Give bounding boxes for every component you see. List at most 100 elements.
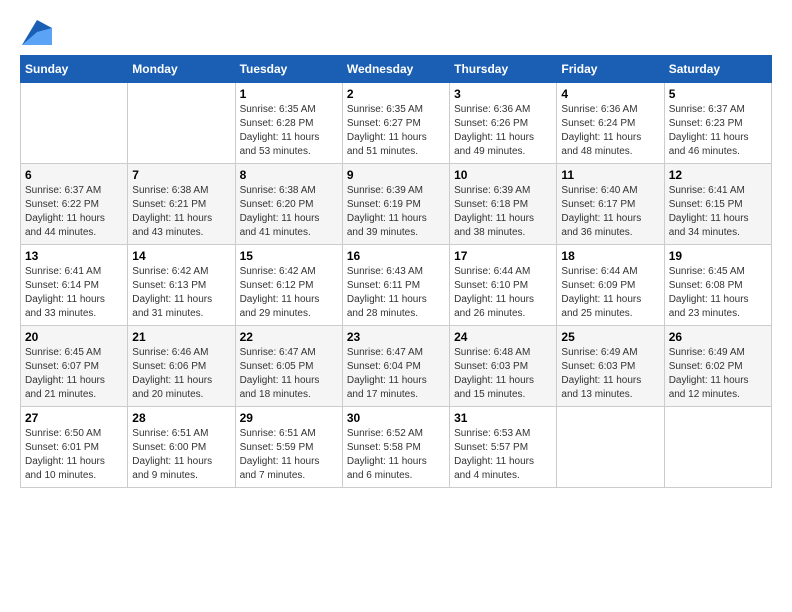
calendar-cell: 21 Sunrise: 6:46 AMSunset: 6:06 PMDayligh… bbox=[128, 326, 235, 407]
calendar-week-1: 1 Sunrise: 6:35 AMSunset: 6:28 PMDaylight… bbox=[21, 83, 772, 164]
calendar-cell: 16 Sunrise: 6:43 AMSunset: 6:11 PMDayligh… bbox=[342, 245, 449, 326]
day-info: Sunrise: 6:49 AMSunset: 6:02 PMDaylight:… bbox=[669, 346, 767, 402]
calendar-cell: 9 Sunrise: 6:39 AMSunset: 6:19 PMDaylight… bbox=[342, 164, 449, 245]
calendar-cell: 28 Sunrise: 6:51 AMSunset: 6:00 PMDayligh… bbox=[128, 407, 235, 488]
day-info: Sunrise: 6:39 AMSunset: 6:18 PMDaylight:… bbox=[454, 184, 552, 240]
day-info: Sunrise: 6:51 AMSunset: 6:00 PMDaylight:… bbox=[132, 427, 230, 483]
day-header-monday: Monday bbox=[128, 56, 235, 83]
day-info: Sunrise: 6:35 AMSunset: 6:27 PMDaylight:… bbox=[347, 103, 445, 159]
calendar-cell: 7 Sunrise: 6:38 AMSunset: 6:21 PMDaylight… bbox=[128, 164, 235, 245]
day-header-friday: Friday bbox=[557, 56, 664, 83]
day-number: 4 bbox=[561, 87, 659, 101]
calendar-cell: 23Sunrise: 6:47 AMSunset: 6:04 PMDayligh… bbox=[342, 326, 449, 407]
calendar-cell: 4 Sunrise: 6:36 AMSunset: 6:24 PMDaylight… bbox=[557, 83, 664, 164]
day-info: Sunrise: 6:43 AMSunset: 6:11 PMDaylight:… bbox=[347, 265, 445, 321]
calendar-week-4: 20 Sunrise: 6:45 AMSunset: 6:07 PMDayligh… bbox=[21, 326, 772, 407]
calendar-cell: 18 Sunrise: 6:44 AMSunset: 6:09 PMDayligh… bbox=[557, 245, 664, 326]
calendar-cell: 26 Sunrise: 6:49 AMSunset: 6:02 PMDayligh… bbox=[664, 326, 771, 407]
calendar-cell bbox=[664, 407, 771, 488]
day-info: Sunrise: 6:36 AMSunset: 6:24 PMDaylight:… bbox=[561, 103, 659, 159]
day-number: 17 bbox=[454, 249, 552, 263]
day-header-tuesday: Tuesday bbox=[235, 56, 342, 83]
day-number: 30 bbox=[347, 411, 445, 425]
day-number: 21 bbox=[132, 330, 230, 344]
calendar-cell: 31Sunrise: 6:53 AMSunset: 5:57 PMDayligh… bbox=[450, 407, 557, 488]
day-number: 27 bbox=[25, 411, 123, 425]
day-header-wednesday: Wednesday bbox=[342, 56, 449, 83]
day-info: Sunrise: 6:36 AMSunset: 6:26 PMDaylight:… bbox=[454, 103, 552, 159]
calendar-cell: 5 Sunrise: 6:37 AMSunset: 6:23 PMDaylight… bbox=[664, 83, 771, 164]
day-number: 5 bbox=[669, 87, 767, 101]
calendar: SundayMondayTuesdayWednesdayThursdayFrid… bbox=[20, 55, 772, 488]
calendar-cell: 30 Sunrise: 6:52 AMSunset: 5:58 PMDayligh… bbox=[342, 407, 449, 488]
calendar-cell: 13 Sunrise: 6:41 AMSunset: 6:14 PMDayligh… bbox=[21, 245, 128, 326]
calendar-cell: 8 Sunrise: 6:38 AMSunset: 6:20 PMDaylight… bbox=[235, 164, 342, 245]
day-info: Sunrise: 6:41 AMSunset: 6:15 PMDaylight:… bbox=[669, 184, 767, 240]
day-info: Sunrise: 6:40 AMSunset: 6:17 PMDaylight:… bbox=[561, 184, 659, 240]
day-number: 22 bbox=[240, 330, 338, 344]
logo bbox=[20, 20, 52, 45]
day-number: 31 bbox=[454, 411, 552, 425]
day-info: Sunrise: 6:35 AMSunset: 6:28 PMDaylight:… bbox=[240, 103, 338, 159]
day-info: Sunrise: 6:45 AMSunset: 6:08 PMDaylight:… bbox=[669, 265, 767, 321]
day-info: Sunrise: 6:37 AMSunset: 6:23 PMDaylight:… bbox=[669, 103, 767, 159]
day-info: Sunrise: 6:50 AMSunset: 6:01 PMDaylight:… bbox=[25, 427, 123, 483]
calendar-week-2: 6 Sunrise: 6:37 AMSunset: 6:22 PMDaylight… bbox=[21, 164, 772, 245]
calendar-cell: 20 Sunrise: 6:45 AMSunset: 6:07 PMDayligh… bbox=[21, 326, 128, 407]
calendar-cell: 15Sunrise: 6:42 AMSunset: 6:12 PMDayligh… bbox=[235, 245, 342, 326]
day-number: 3 bbox=[454, 87, 552, 101]
calendar-week-3: 13 Sunrise: 6:41 AMSunset: 6:14 PMDayligh… bbox=[21, 245, 772, 326]
day-number: 7 bbox=[132, 168, 230, 182]
day-info: Sunrise: 6:51 AMSunset: 5:59 PMDaylight:… bbox=[240, 427, 338, 483]
day-number: 19 bbox=[669, 249, 767, 263]
day-number: 2 bbox=[347, 87, 445, 101]
calendar-cell: 11 Sunrise: 6:40 AMSunset: 6:17 PMDayligh… bbox=[557, 164, 664, 245]
day-number: 23 bbox=[347, 330, 445, 344]
day-info: Sunrise: 6:48 AMSunset: 6:03 PMDaylight:… bbox=[454, 346, 552, 402]
calendar-cell: 27 Sunrise: 6:50 AMSunset: 6:01 PMDayligh… bbox=[21, 407, 128, 488]
calendar-cell: 12Sunrise: 6:41 AMSunset: 6:15 PMDayligh… bbox=[664, 164, 771, 245]
day-header-sunday: Sunday bbox=[21, 56, 128, 83]
page-header bbox=[20, 20, 772, 45]
day-number: 29 bbox=[240, 411, 338, 425]
day-info: Sunrise: 6:41 AMSunset: 6:14 PMDaylight:… bbox=[25, 265, 123, 321]
logo-icon bbox=[22, 20, 52, 45]
day-number: 8 bbox=[240, 168, 338, 182]
day-number: 13 bbox=[25, 249, 123, 263]
day-number: 16 bbox=[347, 249, 445, 263]
calendar-header-row: SundayMondayTuesdayWednesdayThursdayFrid… bbox=[21, 56, 772, 83]
calendar-cell: 1 Sunrise: 6:35 AMSunset: 6:28 PMDaylight… bbox=[235, 83, 342, 164]
calendar-cell: 10 Sunrise: 6:39 AMSunset: 6:18 PMDayligh… bbox=[450, 164, 557, 245]
day-info: Sunrise: 6:37 AMSunset: 6:22 PMDaylight:… bbox=[25, 184, 123, 240]
calendar-cell bbox=[21, 83, 128, 164]
calendar-cell: 19 Sunrise: 6:45 AMSunset: 6:08 PMDayligh… bbox=[664, 245, 771, 326]
day-info: Sunrise: 6:38 AMSunset: 6:20 PMDaylight:… bbox=[240, 184, 338, 240]
calendar-cell: 22Sunrise: 6:47 AMSunset: 6:05 PMDayligh… bbox=[235, 326, 342, 407]
day-info: Sunrise: 6:52 AMSunset: 5:58 PMDaylight:… bbox=[347, 427, 445, 483]
day-info: Sunrise: 6:45 AMSunset: 6:07 PMDaylight:… bbox=[25, 346, 123, 402]
day-number: 1 bbox=[240, 87, 338, 101]
day-number: 26 bbox=[669, 330, 767, 344]
calendar-cell: 14Sunrise: 6:42 AMSunset: 6:13 PMDayligh… bbox=[128, 245, 235, 326]
calendar-cell: 25Sunrise: 6:49 AMSunset: 6:03 PMDayligh… bbox=[557, 326, 664, 407]
day-number: 18 bbox=[561, 249, 659, 263]
calendar-cell bbox=[128, 83, 235, 164]
day-info: Sunrise: 6:39 AMSunset: 6:19 PMDaylight:… bbox=[347, 184, 445, 240]
day-info: Sunrise: 6:44 AMSunset: 6:09 PMDaylight:… bbox=[561, 265, 659, 321]
calendar-week-5: 27 Sunrise: 6:50 AMSunset: 6:01 PMDayligh… bbox=[21, 407, 772, 488]
day-number: 28 bbox=[132, 411, 230, 425]
calendar-cell: 2 Sunrise: 6:35 AMSunset: 6:27 PMDaylight… bbox=[342, 83, 449, 164]
calendar-cell: 3 Sunrise: 6:36 AMSunset: 6:26 PMDaylight… bbox=[450, 83, 557, 164]
day-number: 9 bbox=[347, 168, 445, 182]
day-number: 6 bbox=[25, 168, 123, 182]
day-number: 14 bbox=[132, 249, 230, 263]
day-info: Sunrise: 6:46 AMSunset: 6:06 PMDaylight:… bbox=[132, 346, 230, 402]
calendar-cell: 24Sunrise: 6:48 AMSunset: 6:03 PMDayligh… bbox=[450, 326, 557, 407]
day-info: Sunrise: 6:38 AMSunset: 6:21 PMDaylight:… bbox=[132, 184, 230, 240]
calendar-cell: 17Sunrise: 6:44 AMSunset: 6:10 PMDayligh… bbox=[450, 245, 557, 326]
day-info: Sunrise: 6:49 AMSunset: 6:03 PMDaylight:… bbox=[561, 346, 659, 402]
day-number: 11 bbox=[561, 168, 659, 182]
day-number: 10 bbox=[454, 168, 552, 182]
day-number: 20 bbox=[25, 330, 123, 344]
day-header-thursday: Thursday bbox=[450, 56, 557, 83]
